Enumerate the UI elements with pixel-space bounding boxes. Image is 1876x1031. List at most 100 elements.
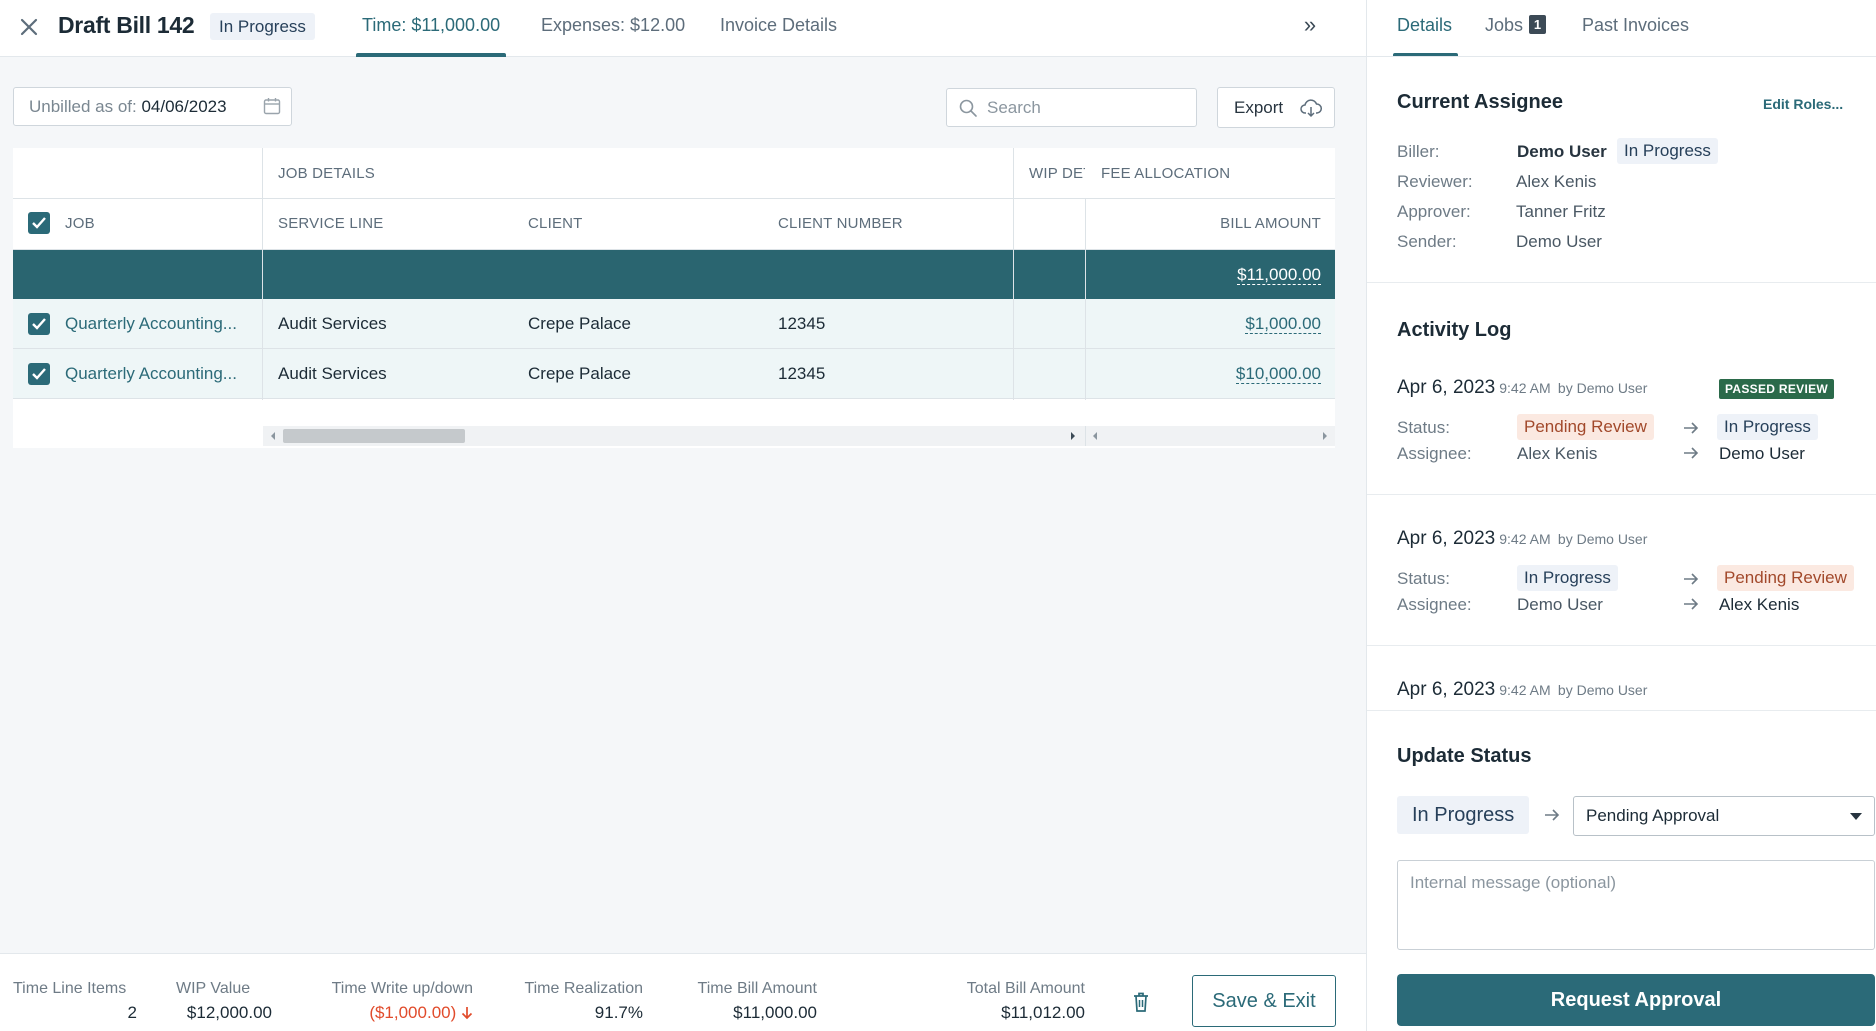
group-header-fee-allocation: FEE ALLOCATION [1101,165,1231,182]
approver-name: Tanner Fritz [1516,202,1606,221]
save-exit-button[interactable]: Save & Exit [1192,975,1336,1027]
status-from-badge: In Progress [1517,565,1618,591]
client-number-cell: 12345 [778,364,826,383]
biller-label: Biller: [1397,142,1440,161]
column-header-client[interactable]: CLIENT [528,215,583,232]
scroll-left-icon[interactable] [1091,431,1099,441]
scroll-left-icon[interactable] [269,431,277,441]
sender-label: Sender: [1397,232,1457,251]
log-assignee-label: Assignee: [1397,595,1472,614]
tab-jobs[interactable]: Jobs 1 [1485,0,1547,57]
stat-time-realization: Time Realization 91.7% [510,980,643,1023]
status-from-badge: Pending Review [1517,414,1654,440]
caret-down-icon [1850,813,1862,820]
stat-value: 91.7% [594,1003,643,1022]
arrow-right-icon [1684,598,1699,610]
sender-name: Demo User [1516,232,1602,251]
divider [1367,710,1876,711]
log-author: by Demo User [1557,380,1648,396]
column-header-job[interactable]: JOB [65,215,95,232]
edit-roles-link[interactable]: Edit Roles... [1763,96,1843,112]
unbilled-date: 04/06/2023 [141,97,227,116]
column-header-service-line[interactable]: SERVICE LINE [278,215,384,232]
job-link[interactable]: Quarterly Accounting... [65,314,245,334]
log-time: 9:42 AM [1499,380,1551,396]
log-entry-date: Apr 6, 2023 9:42 AM by Demo User [1397,377,1647,399]
divider [262,148,263,400]
selected-status: Pending Approval [1586,806,1720,825]
stat-label: Time Write up/down [331,980,473,997]
double-chevron-right-icon[interactable]: » [1296,12,1324,40]
stat-value: 2 [127,1003,137,1022]
checkbox-checked-icon [32,217,46,229]
divider [13,198,1335,199]
arrow-right-icon [1684,447,1699,459]
client-cell: Crepe Palace [528,364,632,383]
group-header-wip-details: WIP DET [1029,165,1085,182]
divider [1367,282,1876,283]
jobs-count-badge: 1 [1529,15,1547,34]
log-status-label: Status: [1397,418,1450,437]
section-title-activity: Activity Log [1397,319,1512,341]
next-status-select[interactable]: Pending Approval [1573,796,1875,836]
tab-past-invoices[interactable]: Past Invoices [1582,0,1689,57]
bill-amount-cell[interactable]: $1,000.00 [1245,314,1321,334]
arrow-right-icon [1684,573,1699,585]
row-checkbox[interactable] [28,313,50,335]
log-date: Apr 6, 2023 [1397,679,1496,700]
trash-icon[interactable] [1131,991,1151,1013]
search-input[interactable] [987,89,1187,126]
tab-details[interactable]: Details [1392,0,1459,57]
totals-row: $11,000.00 [13,250,1335,299]
write-down-value: ($1,000.00) [369,1003,457,1022]
total-bill-amount[interactable]: $11,000.00 [1237,265,1321,285]
column-header-client-number[interactable]: CLIENT NUMBER [778,215,903,232]
tab-expenses[interactable]: Expenses: $12.00 [541,0,685,57]
stat-time-write: Time Write up/down ($1,000.00) [311,980,473,1023]
stat-label: Time Line Items [13,980,127,997]
stat-time-line-items: Time Line Items 2 [13,980,137,1023]
tab-invoice-details[interactable]: Invoice Details [720,0,837,57]
log-author: by Demo User [1557,682,1648,698]
log-date: Apr 6, 2023 [1397,377,1496,398]
stat-value: ($1,000.00) [311,1003,473,1023]
tab-time[interactable]: Time: $11,000.00 [355,0,507,57]
group-header-job-details: JOB DETAILS [278,165,375,182]
calendar-icon [263,98,281,115]
status-badge: In Progress [210,13,315,40]
divider [1085,426,1086,446]
column-header-bill-amount[interactable]: BILL AMOUNT [1220,215,1321,232]
stat-time-bill-amount: Time Bill Amount $11,000.00 [682,980,817,1023]
table-row: Quarterly Accounting... Audit Services C… [13,349,1335,399]
bill-amount-cell[interactable]: $10,000.00 [1235,364,1321,384]
log-entry-date: Apr 6, 2023 9:42 AM by Demo User [1397,679,1647,701]
divider [1367,494,1876,495]
scroll-right-icon[interactable] [1069,431,1077,441]
unbilled-date-picker[interactable]: Unbilled as of: 04/06/2023 [13,87,292,126]
export-button[interactable]: Export [1217,87,1335,128]
status-to-badge: In Progress [1717,414,1818,440]
summary-bar: Time Line Items 2 WIP Value $12,000.00 T… [0,953,1366,1031]
assignee-from: Demo User [1517,595,1603,614]
select-all-checkbox[interactable] [28,212,50,234]
scroll-right-icon[interactable] [1321,431,1329,441]
internal-message-input[interactable] [1397,860,1875,950]
section-title-assignee: Current Assignee [1397,91,1563,113]
assignee-to: Alex Kenis [1719,595,1800,614]
close-icon[interactable] [14,12,44,42]
time-entries-grid: JOB DETAILS WIP DET FEE ALLOCATION JOB S… [13,148,1335,448]
request-approval-button[interactable]: Request Approval [1397,974,1875,1026]
row-checkbox[interactable] [28,363,50,385]
passed-review-badge: PASSED REVIEW [1719,379,1835,399]
log-assignee-label: Assignee: [1397,444,1472,463]
scrollbar-thumb[interactable] [283,429,465,443]
search-icon [959,99,977,117]
unbilled-label: Unbilled as of: [29,97,137,116]
biller-status-badge: In Progress [1617,138,1718,164]
log-date: Apr 6, 2023 [1397,528,1496,549]
log-time: 9:42 AM [1499,531,1551,547]
log-status-label: Status: [1397,569,1450,588]
stat-wip-value: WIP Value $12,000.00 [176,980,272,1023]
client-cell: Crepe Palace [528,314,632,333]
job-link[interactable]: Quarterly Accounting... [65,364,245,384]
